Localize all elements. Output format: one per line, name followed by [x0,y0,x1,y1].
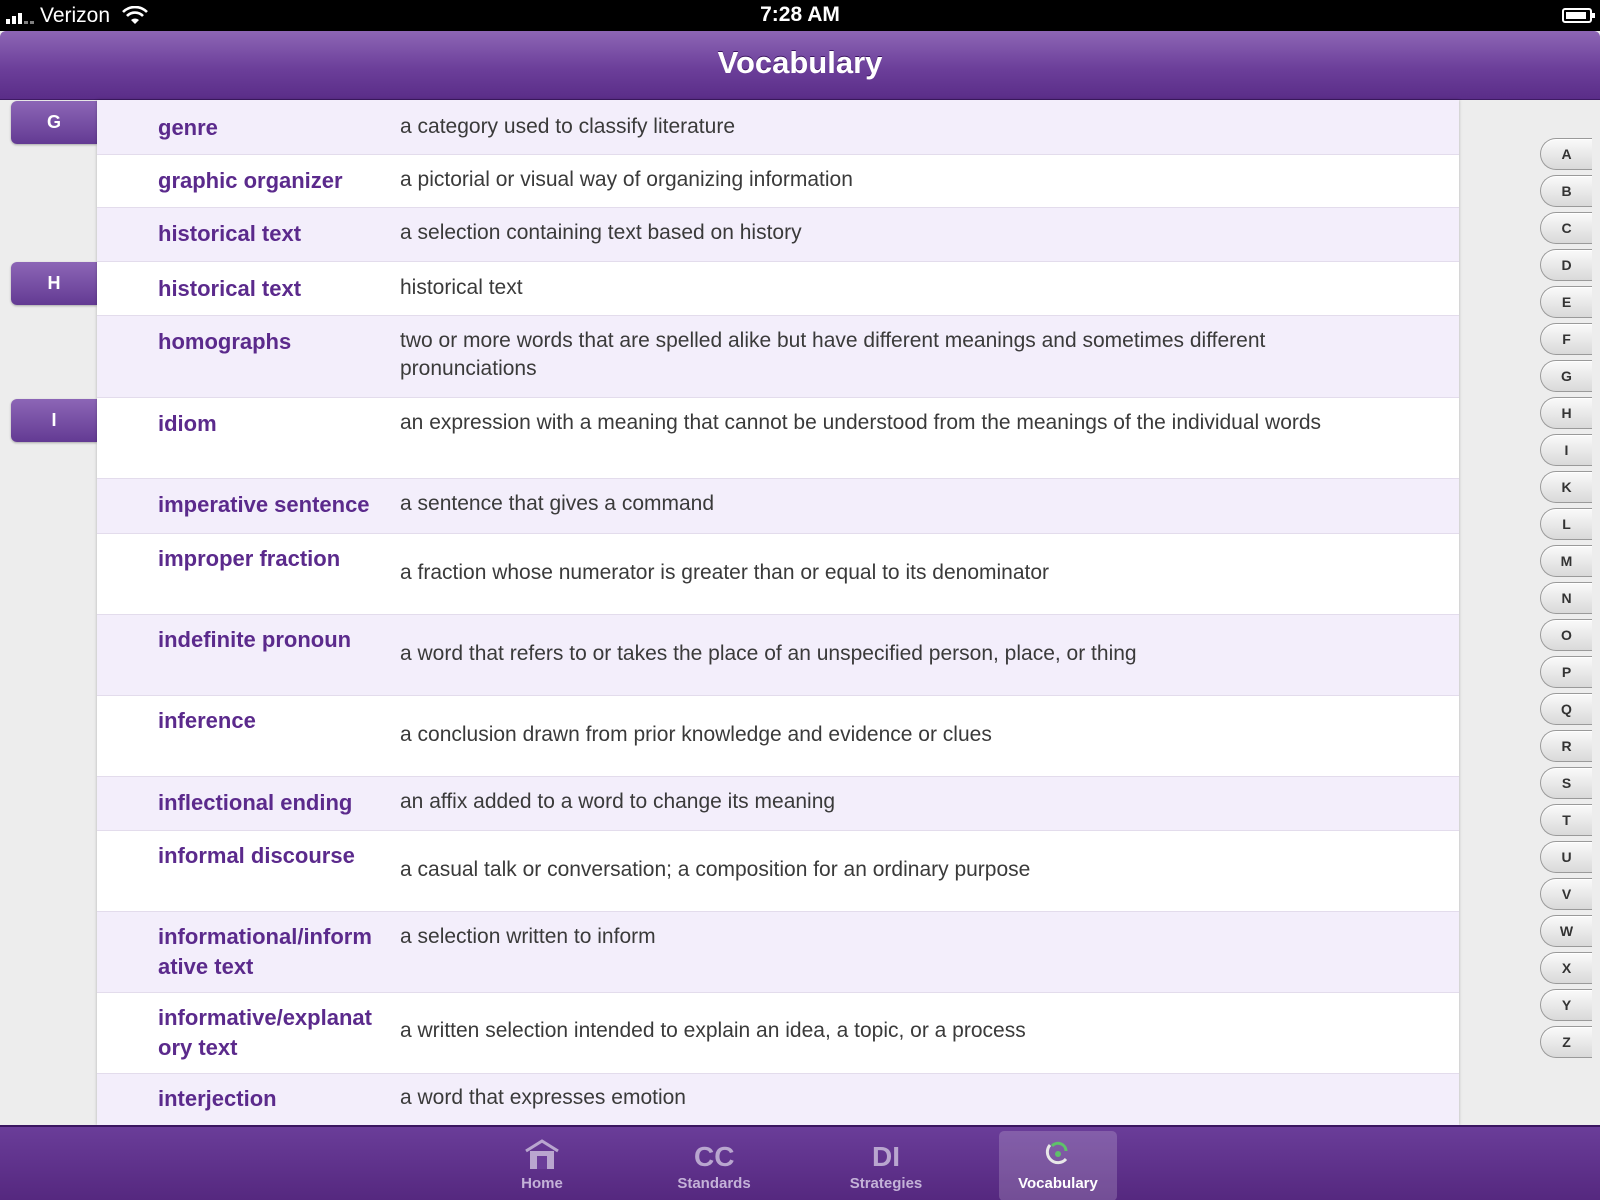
status-bar: Verizon 7:28 AM [0,0,1600,31]
vocab-term: interjection [158,1086,277,1111]
vocab-definition: a word that refers to or takes the place… [400,642,1137,665]
alpha-index-button[interactable]: U [1540,841,1592,873]
vocab-term: homographs [158,329,292,354]
list-item[interactable]: inference a conclusion drawn from prior … [97,696,1459,777]
home-icon [525,1139,559,1169]
list-item[interactable]: historical text historical text [97,262,1459,316]
vocab-term: informative/explanat ory text [158,1005,372,1060]
alpha-index-button[interactable]: W [1540,915,1592,947]
vocab-term: graphic organizer [158,168,343,193]
list-item[interactable]: imperative sentence a sentence that give… [97,479,1459,534]
vocab-definition: a casual talk or conversation; a composi… [400,858,1031,881]
list-item[interactable]: indefinite pronoun a word that refers to… [97,615,1459,696]
vocabulary-list[interactable]: genre a category used to classify litera… [97,100,1459,1125]
alpha-index-button[interactable]: E [1540,286,1592,318]
vocab-term: improper fraction [158,546,341,571]
alpha-index-button[interactable]: F [1540,323,1592,355]
vocab-definition: a fraction whose numerator is greater th… [400,561,1050,584]
vocab-definition: a selection containing text based on his… [400,221,802,244]
alpha-index-button[interactable]: D [1540,249,1592,281]
page-title: Vocabulary [717,45,883,80]
alpha-index-button[interactable]: P [1540,656,1592,688]
list-item[interactable]: interjection a word that expresses emoti… [97,1074,1459,1125]
tab-home[interactable]: Home [483,1131,601,1200]
alpha-index-button[interactable]: O [1540,619,1592,651]
list-item[interactable]: homographs two or more words that are sp… [97,316,1459,398]
tab-label: Standards [677,1175,751,1192]
alpha-index-button[interactable]: M [1540,545,1592,577]
vocab-term: genre [158,115,218,140]
vocab-definition: an expression with a meaning that cannot… [400,411,1322,434]
alpha-index-button[interactable]: Y [1540,989,1592,1021]
status-time: 7:28 AM [760,3,840,26]
vocab-term: inference [158,708,256,733]
vocab-term: informational/inform ative text [158,924,372,979]
alpha-index-button[interactable]: C [1540,212,1592,244]
alpha-index-button[interactable]: G [1540,360,1592,392]
list-item[interactable]: graphic organizer a pictorial or visual … [97,155,1459,208]
tab-label: Home [521,1175,563,1192]
standards-icon: CC [694,1137,734,1173]
tab-label: Strategies [849,1175,923,1192]
tab-strategies[interactable]: DI Strategies [827,1131,945,1200]
alpha-index-button[interactable]: K [1540,471,1592,503]
vocab-definition: a word that expresses emotion [400,1086,686,1109]
vocab-term: indefinite pronoun [158,627,352,652]
alpha-index-button[interactable]: N [1540,582,1592,614]
alpha-index-button[interactable]: I [1540,434,1592,466]
standards-icon-text: CC [694,1141,735,1172]
vocab-definition: historical text [400,276,523,299]
list-item[interactable]: informal discourse a casual talk or conv… [97,831,1459,912]
alpha-index-button[interactable]: X [1540,952,1592,984]
section-tab-h[interactable]: H [11,262,97,305]
tab-vocabulary[interactable]: Vocabulary [999,1131,1117,1200]
vocab-definition: a category used to classify literature [400,115,735,138]
alpha-index-button[interactable]: A [1540,138,1592,170]
tab-standards[interactable]: CC Standards [655,1131,773,1200]
strategies-icon-text: DI [872,1141,900,1172]
alpha-index-button[interactable]: L [1540,508,1592,540]
strategies-icon: DI [866,1137,906,1173]
vocab-term: inflectional ending [158,790,353,815]
list-item[interactable]: improper fraction a fraction whose numer… [97,534,1459,615]
vocab-definition: a sentence that gives a command [400,492,715,515]
list-item[interactable]: historical text a selection containing t… [97,208,1459,262]
vocabulary-icon [1045,1141,1068,1165]
vocab-definition: an affix added to a word to change its m… [400,790,836,813]
vocab-term: historical text [158,221,302,246]
alpha-index-button[interactable]: Q [1540,693,1592,725]
vocab-definition: a pictorial or visual way of organizing … [400,168,853,191]
alpha-index-button[interactable]: R [1540,730,1592,762]
section-tab-g[interactable]: G [11,101,97,144]
vocab-definition: two or more words that are spelled alike… [400,329,1266,380]
vocab-term: historical text [158,276,302,301]
alpha-index-button[interactable]: B [1540,175,1592,207]
alpha-index-button[interactable]: V [1540,878,1592,910]
alpha-index-button[interactable]: H [1540,397,1592,429]
alpha-index-button[interactable]: S [1540,767,1592,799]
list-item[interactable]: genre a category used to classify litera… [97,100,1459,155]
tab-bar: Home CC Standards DI Strategies Vocabula… [0,1125,1600,1200]
alpha-index-button[interactable]: Z [1540,1026,1592,1058]
list-item[interactable]: inflectional ending an affix added to a … [97,777,1459,831]
tab-label: Vocabulary [1018,1175,1098,1192]
alpha-index-button[interactable]: T [1540,804,1592,836]
vocab-term: imperative sentence [158,492,370,517]
vocab-definition: a written selection intended to explain … [400,1019,1026,1042]
list-item[interactable]: idiom an expression with a meaning that … [97,398,1459,479]
battery-icon [1562,8,1595,23]
vocab-definition: a conclusion drawn from prior knowledge … [400,723,992,746]
section-tab-i[interactable]: I [11,399,97,442]
vocab-definition: a selection written to inform [400,925,656,948]
vocab-term: idiom [158,411,217,436]
list-item[interactable]: informative/explanat ory text a written … [97,993,1459,1074]
navigation-bar: Vocabulary [0,31,1600,100]
list-item[interactable]: informational/inform ative text a select… [97,912,1459,993]
vocab-term: informal discourse [158,843,355,868]
